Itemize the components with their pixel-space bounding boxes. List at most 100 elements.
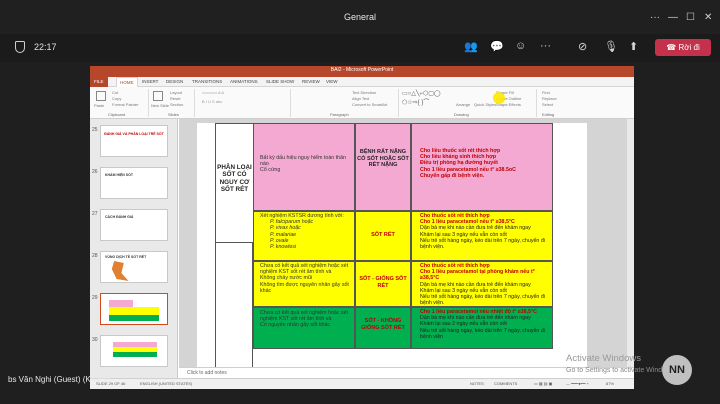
close-icon[interactable]: ✕ [704, 12, 712, 23]
tab-design[interactable]: DESIGN [166, 79, 183, 84]
paste-icon[interactable] [96, 91, 106, 101]
screen: General ··· — ☐ ✕ 22:17 👥 💬 ☺ ··· ⊘ 🎙 ⬆ … [0, 0, 720, 404]
classification-label: BỆNH RẤT NẶNG CÓ SỐT HOẶC SỐT RÉT NẶNG [357, 149, 409, 168]
layout-button[interactable]: Layout [170, 90, 182, 95]
thumb-title: ĐÁNH GIÁ VÀ PHÂN LOẠI TRẺ SỐT [104, 132, 164, 136]
find-button[interactable]: Find [542, 90, 550, 95]
slide-thumbnail-selected[interactable] [100, 293, 168, 325]
activate-windows-subtext: Go to Settings to activate Windows. [566, 367, 677, 374]
language-indicator: ENGLISH (UNITED STATES) [140, 381, 193, 386]
signs-cell-severe: Bất kỳ dấu hiệu nguy hiểm toàn thân nào … [253, 123, 355, 211]
sign-item: Không tìm được nguyên nhân gây sốt khác [260, 281, 349, 294]
classification-label: SỐT RÉT [371, 232, 395, 238]
ribbon-separator [194, 89, 195, 117]
view-buttons[interactable]: ▭ ▦ ▤ ▣ [534, 381, 552, 386]
reactions-icon[interactable]: ☺ [515, 40, 526, 52]
signs-cell-like-malaria: Chưa có kết quả xét nghiệm hoặc xét nghi… [253, 261, 355, 307]
slide-thumbnail[interactable]: CÁCH ĐÁNH GIÁ [100, 209, 168, 241]
arrange-button[interactable]: Arrange [456, 102, 470, 107]
text-direction-button[interactable]: Text Direction [352, 90, 376, 95]
ribbon-separator [148, 89, 149, 117]
paste-button[interactable]: Paste [94, 103, 104, 108]
call-controls-bar: 22:17 👥 💬 ☺ ··· ⊘ 🎙 ⬆ ☎ Rời đi [0, 34, 720, 62]
activate-windows-watermark: Activate Windows [566, 353, 641, 364]
quick-styles-button[interactable]: Quick Styles [474, 102, 496, 107]
thumb-number: 26 [92, 169, 98, 175]
select-button[interactable]: Select [542, 102, 553, 107]
align-text-button[interactable]: Align Text [352, 96, 369, 101]
tab-view[interactable]: VIEW [326, 79, 338, 84]
thumb-table-band [109, 315, 159, 321]
slide-thumbnail[interactable]: ĐÁNH GIÁ VÀ PHÂN LOẠI TRẺ SỐT [100, 125, 168, 157]
cut-button[interactable]: Cut [112, 90, 118, 95]
treatment-cell-not-malaria: Cho 1 liều paracetamol nếu nhiệt độ t° ≥… [411, 307, 553, 349]
thumb-title: CÁCH ĐÁNH GIÁ [105, 215, 134, 219]
teams-title-bar: General ··· — ☐ ✕ [0, 0, 720, 34]
treatment-item: Nếu trẻ sốt hàng ngày, kéo dài trên 7 ng… [420, 327, 545, 340]
replace-button[interactable]: Replace [542, 96, 557, 101]
new-slide-icon[interactable] [153, 91, 163, 101]
section-button[interactable]: Section [170, 102, 183, 107]
slide-thumbnail[interactable] [100, 335, 168, 367]
tab-review[interactable]: REVIEW [302, 79, 320, 84]
slide-thumbnail[interactable]: VÙNG DỊCH TỄ SỐT RÉT [100, 251, 168, 283]
camera-off-icon[interactable]: ⊘ [578, 40, 587, 53]
vertical-scrollbar[interactable] [627, 119, 634, 367]
tab-transitions[interactable]: TRANSITIONS [192, 79, 222, 84]
ppt-window-title: BAI2 - Microsoft PowerPoint [330, 67, 394, 73]
zoom-slider[interactable]: — ━━━●━━ + [566, 381, 589, 386]
new-slide-button[interactable]: New Slide [151, 103, 169, 108]
tab-animations[interactable]: ANIMATIONS [230, 79, 258, 84]
tab-home[interactable]: HOME [116, 77, 138, 87]
current-slide[interactable]: PHÂN LOẠI SỐT CÓ NGUY CƠ SỐT RÉT Bất kỳ … [197, 123, 587, 367]
presenter-cursor-highlight [493, 92, 505, 104]
thumb-title: KHÁM HIỆN SỐT [105, 173, 133, 177]
leave-button[interactable]: ☎ Rời đi [655, 39, 711, 56]
sign-item: Có nguyên nhân gây sốt khác [260, 322, 331, 329]
mic-off-icon[interactable]: 🎙 [604, 40, 618, 53]
font-style-icons[interactable]: B I U S abc [202, 99, 222, 104]
notes-placeholder: Click to add notes [187, 370, 227, 376]
more-icon[interactable]: ··· [650, 12, 660, 23]
people-icon[interactable]: 👥 [464, 40, 478, 53]
thumb-table-band [113, 352, 157, 357]
maximize-icon[interactable]: ☐ [686, 12, 695, 23]
tab-slide-show[interactable]: SLIDE SHOW [266, 79, 294, 84]
shield-icon [15, 41, 25, 53]
classification-heading-cell: PHÂN LOẠI SỐT CÓ NGUY CƠ SỐT RÉT [215, 123, 253, 243]
slide-thumbnail[interactable]: KHÁM HIỆN SỐT [100, 167, 168, 199]
ribbon-separator [536, 89, 537, 117]
heading-continuation-cell [215, 243, 253, 367]
classification-cell-severe: BỆNH RẤT NẶNG CÓ SỐT HOẶC SỐT RÉT NẶNG [355, 123, 411, 211]
chat-icon[interactable]: 💬 [490, 40, 504, 53]
notes-toggle[interactable]: NOTES [470, 381, 484, 386]
treatment-cell-malaria: Cho thuốc sốt rét thích hợp Cho 1 liều p… [411, 211, 553, 261]
ppt-title-bar: BAI2 - Microsoft PowerPoint [90, 66, 634, 77]
phone-icon: ☎ [666, 43, 679, 52]
ribbon-separator [290, 89, 291, 117]
thumb-number: 28 [92, 253, 98, 259]
tab-insert[interactable]: INSERT [142, 79, 158, 84]
convert-smartart-button[interactable]: Convert to SmartArt [352, 102, 387, 107]
share-icon[interactable]: ⬆ [629, 40, 638, 53]
shapes-gallery-row2[interactable]: ⬠☆⇨{ }⌒ [402, 97, 429, 106]
reset-button[interactable]: Reset [170, 96, 180, 101]
font-controls[interactable]: ▭▭▭▭ A A [202, 90, 224, 95]
sign-item: Cổ cứng [260, 167, 281, 174]
copy-button[interactable]: Copy [112, 96, 121, 101]
comments-toggle[interactable]: COMMENTS [494, 381, 517, 386]
thumb-title: VÙNG DỊCH TỄ SỐT RÉT [105, 255, 147, 259]
shapes-gallery[interactable]: ▭○△╲⌐⬡▢◯ [402, 90, 441, 97]
classification-label: SỐT - GIỐNG SỐT RÉT [359, 276, 407, 289]
status-bar: SLIDE 29 OF 46 ENGLISH (UNITED STATES) N… [90, 378, 634, 389]
tab-file[interactable]: FILE [90, 77, 108, 87]
avatar[interactable]: NN [662, 355, 692, 385]
format-painter-button[interactable]: Format Painter [112, 102, 138, 107]
treatment-cell-like-malaria: Cho thuốc sốt rét thích hợp Cho 1 liều p… [411, 261, 553, 307]
thumb-number: 29 [92, 295, 98, 301]
minimize-icon[interactable]: — [668, 12, 678, 23]
more-actions-icon[interactable]: ··· [540, 40, 551, 52]
treatment-item: Chuyển gấp đi bệnh viện. [420, 172, 485, 179]
zoom-level[interactable]: 87% [606, 381, 614, 386]
classification-cell-like-malaria: SỐT - GIỐNG SỐT RÉT [355, 261, 411, 307]
